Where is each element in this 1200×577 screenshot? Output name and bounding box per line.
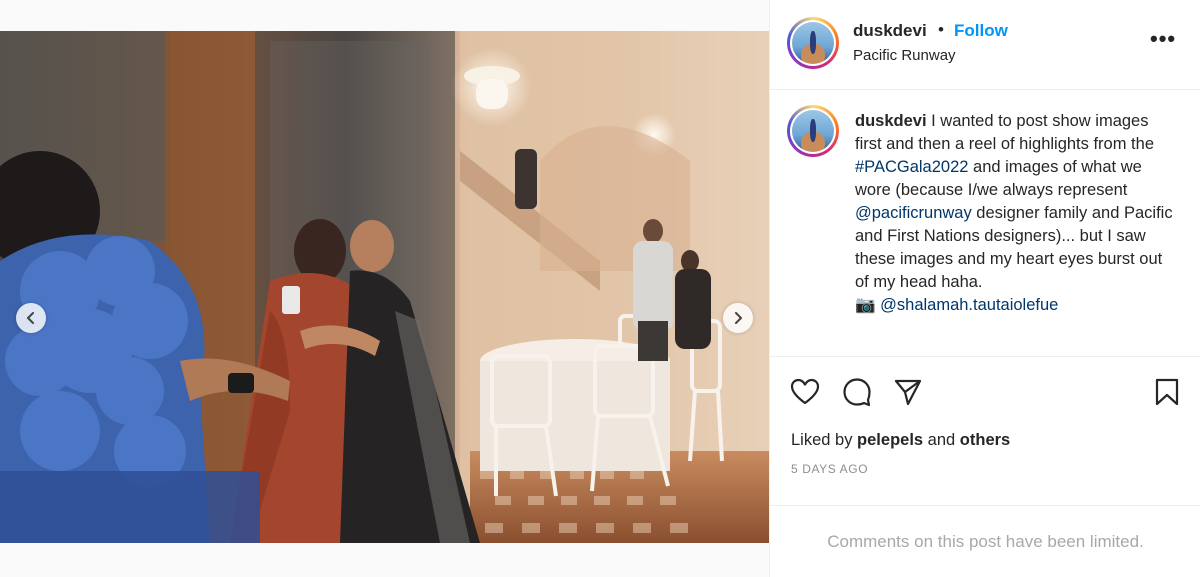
next-slide-button[interactable]: [723, 303, 753, 333]
caption-mention-photographer[interactable]: @shalamah.tautaiolefue: [880, 296, 1058, 314]
comments-limited-text: Comments on this post have been limited.: [827, 531, 1144, 551]
bookmark-icon[interactable]: [1152, 377, 1182, 407]
post-timestamp[interactable]: 5 DAYS AGO: [791, 462, 868, 476]
liked-by-user[interactable]: pelepels: [857, 431, 923, 449]
post-location[interactable]: Pacific Runway: [853, 47, 956, 64]
avatar-image: [792, 110, 834, 152]
avatar-image: [792, 22, 834, 64]
author-username[interactable]: duskdevi: [853, 21, 927, 41]
post-actions-bar: [770, 356, 1200, 426]
caption-avatar[interactable]: [787, 105, 839, 157]
chevron-right-icon: [735, 312, 742, 324]
caption-hashtag[interactable]: #PACGala2022: [855, 158, 968, 176]
comment-icon[interactable]: [842, 377, 872, 407]
chevron-left-icon: [27, 312, 34, 324]
post-side-panel: duskdevi • Follow Pacific Runway ••• dus…: [769, 0, 1200, 577]
liked-by-others[interactable]: others: [960, 431, 1010, 449]
more-options-icon[interactable]: •••: [1150, 28, 1176, 50]
post-media[interactable]: [0, 31, 769, 543]
caption-scroll-area[interactable]: duskdevi I wanted to post show images fi…: [770, 91, 1200, 355]
caption-mention[interactable]: @pacificrunway: [855, 204, 972, 222]
instagram-post-viewer: duskdevi • Follow Pacific Runway ••• dus…: [0, 0, 1200, 577]
post-photo: [0, 31, 769, 543]
separator-dot: •: [938, 20, 944, 39]
previous-slide-button[interactable]: [16, 303, 46, 333]
liked-by-and: and: [923, 431, 960, 449]
caption-username[interactable]: duskdevi: [855, 112, 927, 130]
follow-button[interactable]: Follow: [954, 21, 1008, 41]
comments-limited-notice: Comments on this post have been limited.: [770, 505, 1200, 577]
post-header: duskdevi • Follow Pacific Runway •••: [770, 0, 1200, 90]
camera-emoji: 📷: [855, 296, 881, 314]
post-caption: duskdevi I wanted to post show images fi…: [855, 110, 1175, 317]
liked-by-prefix: Liked by: [791, 431, 858, 449]
heart-icon[interactable]: [790, 377, 820, 407]
paper-plane-icon[interactable]: [893, 377, 923, 407]
liked-by-text: Liked by pelepels and others: [791, 431, 1010, 450]
author-avatar[interactable]: [787, 17, 839, 69]
